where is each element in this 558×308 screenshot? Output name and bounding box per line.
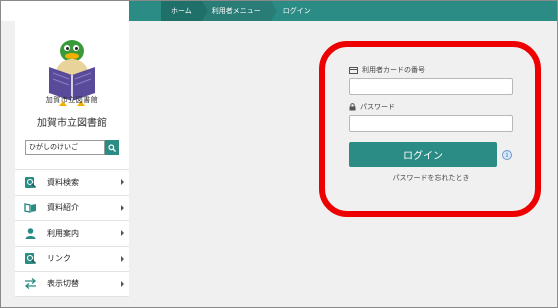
sidebar-nav: 資料検索 資料紹介 利用案内 リンク 表示切替 <box>15 169 129 297</box>
sidebar-item-material-intro[interactable]: 資料紹介 <box>15 194 129 221</box>
sidebar: 加賀市立図書館 加賀市立図書館 ひがしのけいご 資料検索 資料紹介 利用案内 リ… <box>15 21 129 297</box>
search-input[interactable]: ひがしのけいご <box>25 140 105 155</box>
topbar-left-blank <box>1 1 129 21</box>
breadcrumb-separator <box>270 1 277 21</box>
breadcrumb-current-label: ログイン <box>282 7 311 15</box>
user-guide-icon <box>23 226 37 240</box>
sidebar-item-label: 資料紹介 <box>47 203 79 213</box>
breadcrumb-home[interactable]: ホーム <box>161 1 208 21</box>
sidebar-item-label: 資料検索 <box>47 177 79 187</box>
sidebar-item-label: 表示切替 <box>47 279 79 289</box>
sidebar-item-user-guide[interactable]: 利用案内 <box>15 220 129 246</box>
chevron-right-icon <box>121 179 124 185</box>
switch-arrows-icon <box>23 277 37 291</box>
sidebar-item-material-search[interactable]: 資料検索 <box>15 169 129 195</box>
library-name: 加賀市立図書館 <box>37 118 107 129</box>
breadcrumb-current: ログイン <box>271 1 321 21</box>
chevron-right-icon <box>121 204 124 211</box>
search-icon <box>108 143 116 152</box>
breadcrumb-user-menu[interactable]: 利用者メニュー <box>201 1 277 21</box>
breadcrumb-home-label: ホーム <box>171 7 192 15</box>
open-book-icon <box>23 201 37 215</box>
logo-caption: 加賀市立図書館 <box>45 96 99 104</box>
search-button[interactable] <box>105 140 119 155</box>
browser-viewport: ホーム 利用者メニュー ログイン 加賀市立図書館 加賀市立図書館 ひがしのけいご… <box>0 0 558 308</box>
sidebar-item-label: 利用案内 <box>47 228 79 238</box>
breadcrumb: ホーム 利用者メニュー ログイン <box>161 1 321 21</box>
breadcrumb-separator <box>201 1 208 21</box>
sidebar-item-links[interactable]: リンク <box>15 245 129 272</box>
sidebar-item-display-switch[interactable]: 表示切替 <box>15 271 129 297</box>
chevron-right-icon <box>121 230 124 236</box>
chevron-right-icon <box>121 255 124 262</box>
sidebar-item-label: リンク <box>47 254 71 264</box>
link-icon <box>23 252 37 266</box>
top-navigation-bar: ホーム 利用者メニュー ログイン <box>1 1 557 21</box>
book-search-icon <box>23 175 37 189</box>
chevron-right-icon <box>121 281 124 287</box>
breadcrumb-user-menu-label: 利用者メニュー <box>211 7 261 15</box>
highlight-annotation-ring <box>319 41 541 217</box>
